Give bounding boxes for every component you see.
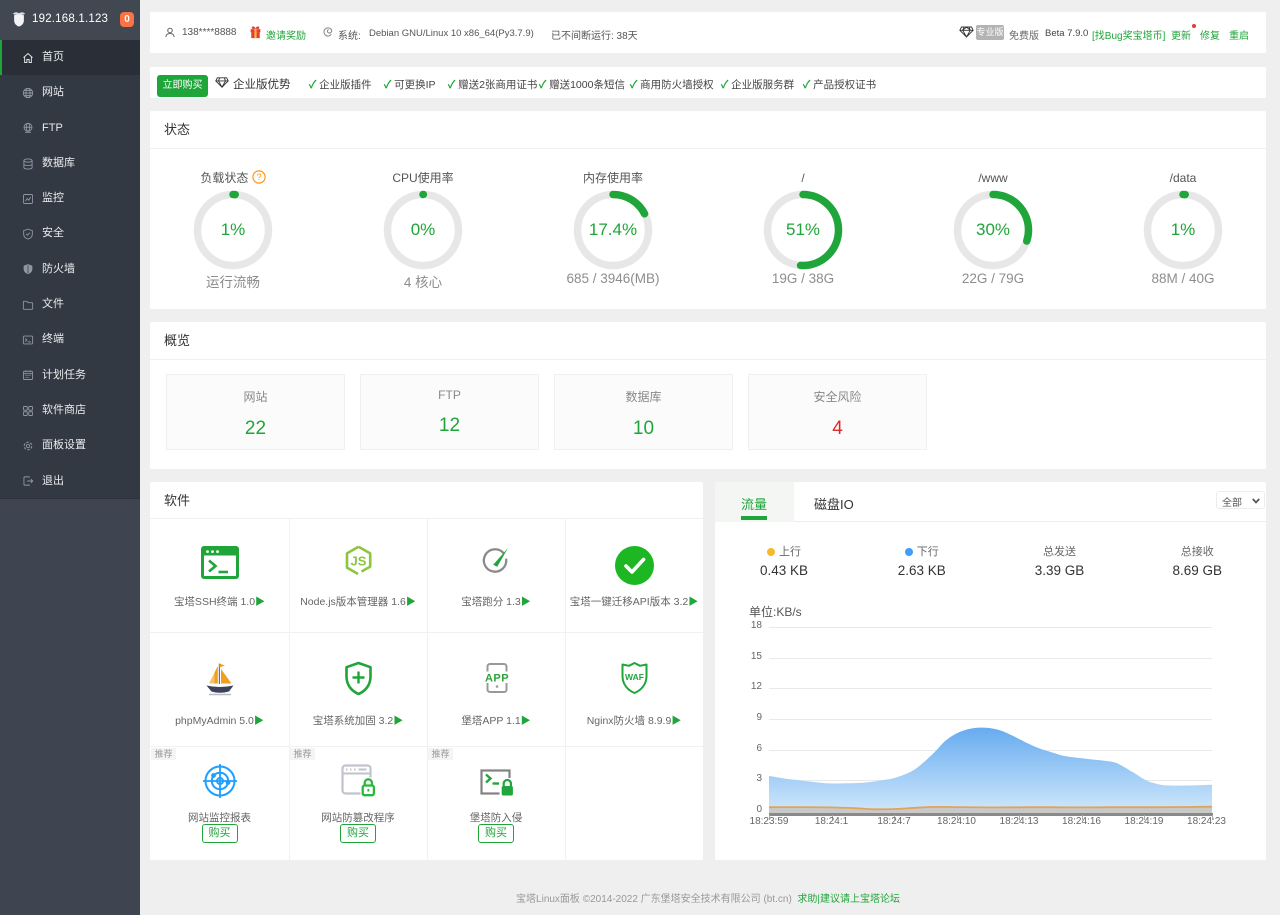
- svg-text:?: ?: [256, 172, 261, 182]
- svg-text:APP: APP: [485, 673, 509, 685]
- svg-text:JS: JS: [351, 554, 367, 569]
- svg-text:WAF: WAF: [625, 672, 644, 682]
